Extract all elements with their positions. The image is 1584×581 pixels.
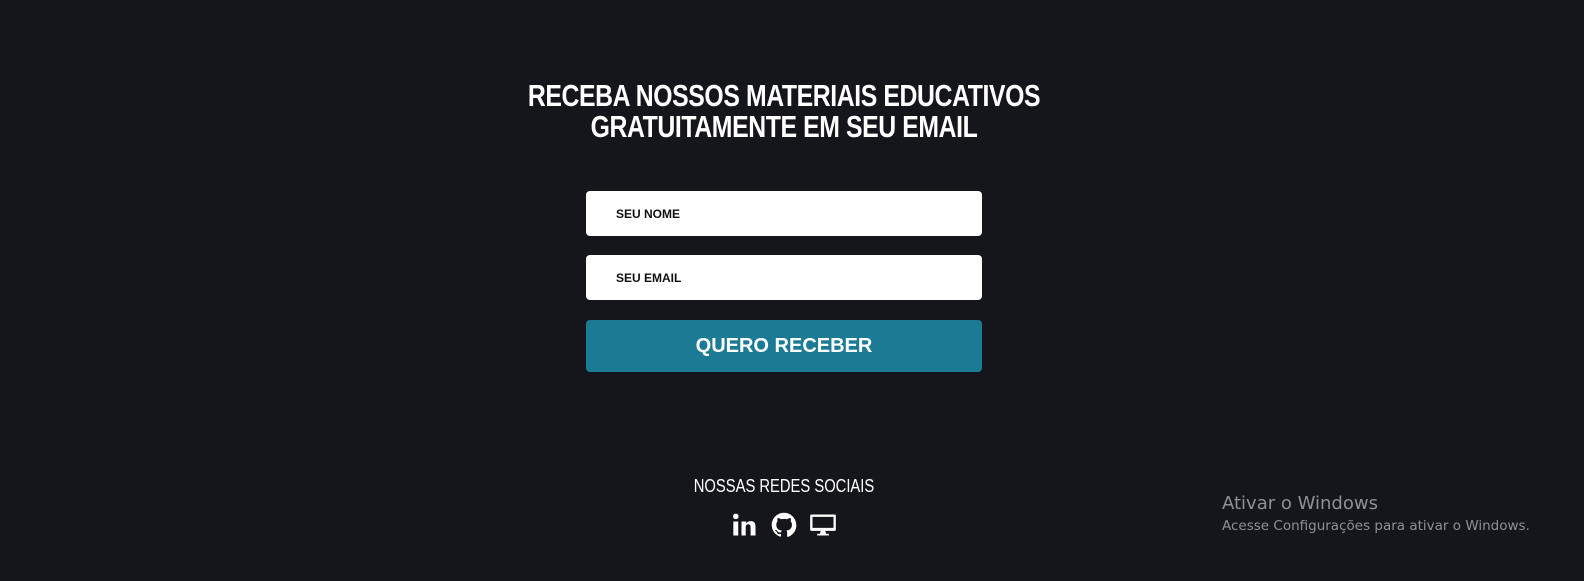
headline-line-1: RECEBA NOSSOS MATERIAIS EDUCATIVOS [527, 78, 1041, 113]
linkedin-icon[interactable] [730, 511, 760, 539]
windows-activation-watermark: Ativar o Windows Acesse Configurações pa… [1222, 493, 1530, 536]
name-input[interactable] [616, 206, 982, 221]
watermark-title: Ativar o Windows [1222, 493, 1378, 514]
submit-button[interactable]: QUERO RECEBER [586, 320, 982, 372]
email-field[interactable] [586, 255, 982, 300]
github-icon[interactable] [769, 511, 799, 539]
newsletter-headline: RECEBA NOSSOS MATERIAIS EDUCATIVOS GRATU… [157, 80, 1411, 142]
social-links [730, 511, 838, 539]
name-field[interactable] [586, 191, 982, 236]
email-input[interactable] [616, 270, 982, 285]
headline-line-2: GRATUITAMENTE EM SEU EMAIL [590, 109, 978, 144]
watermark-subtitle: Acesse Configurações para ativar o Windo… [1222, 518, 1530, 534]
desktop-icon[interactable] [808, 511, 838, 539]
